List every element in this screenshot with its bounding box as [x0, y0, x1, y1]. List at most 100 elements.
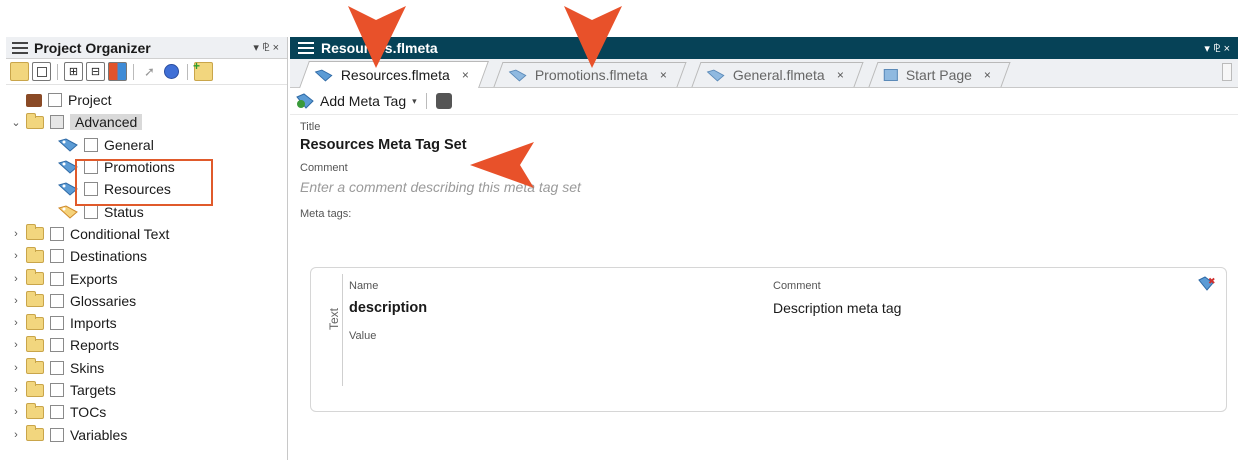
title-field[interactable]: Resources Meta Tag Set — [300, 137, 1228, 153]
document-titlebar: Resources.flmeta ▾ ⅊ × — [290, 37, 1238, 59]
tree-item-label: Exports — [70, 270, 118, 287]
menu-icon[interactable] — [12, 41, 28, 54]
tree-item-label: Variables — [70, 426, 128, 443]
folder-icon — [26, 224, 44, 241]
list-view-icon[interactable] — [32, 62, 51, 81]
project-organizer-toolbar: ⊞ ⊟ ➚ + — [6, 59, 287, 85]
checkbox[interactable] — [50, 293, 64, 308]
tree-item-targets[interactable]: › Targets — [6, 379, 287, 401]
checkbox[interactable] — [50, 226, 64, 241]
tiles-icon[interactable] — [108, 62, 127, 81]
svg-text:✖: ✖ — [1208, 277, 1216, 287]
document-window-controls[interactable]: ▾ ⅊ × — [1204, 41, 1230, 56]
chevron-right-icon[interactable]: › — [6, 295, 26, 307]
toolbar-separator — [425, 93, 427, 109]
chevron-right-icon[interactable]: › — [6, 362, 26, 374]
meta-tag-card: Text Name description Value Comment Desc… — [310, 267, 1227, 412]
callout-arrow-down-icon — [348, 6, 406, 68]
checkbox[interactable] — [50, 249, 64, 264]
tree-item-label: General — [104, 136, 154, 153]
expand-all-icon[interactable]: ⊞ — [64, 62, 83, 81]
name-field[interactable]: description — [349, 300, 427, 316]
tree-item-label: Skins — [70, 359, 105, 376]
meta-tag-icon — [706, 69, 725, 82]
chevron-right-icon[interactable]: › — [6, 406, 26, 418]
tree-item-conditional-text[interactable]: › Conditional Text — [6, 223, 287, 245]
chevron-down-icon[interactable]: ⌄ — [6, 116, 26, 129]
tree-item-label: Imports — [70, 315, 117, 332]
checkbox[interactable] — [50, 427, 64, 442]
checkbox[interactable] — [50, 405, 64, 420]
preview-icon[interactable] — [435, 93, 452, 109]
checkbox[interactable] — [84, 137, 98, 152]
document-panel: Resources.flmeta ▾ ⅊ × Resources.flmeta … — [290, 37, 1238, 460]
tree-item-glossaries[interactable]: › Glossaries — [6, 290, 287, 312]
chevron-right-icon[interactable]: › — [6, 250, 26, 262]
tab-start-page[interactable]: Start Page × — [868, 62, 1011, 87]
tab-label: Resources.flmeta — [340, 67, 450, 83]
close-icon[interactable]: × — [462, 68, 469, 82]
chevron-right-icon[interactable]: › — [6, 317, 26, 329]
checkbox[interactable] — [50, 271, 64, 286]
meta-tags-label: Meta tags: — [300, 208, 352, 220]
tree-item-reports[interactable]: › Reports — [6, 334, 287, 356]
chevron-down-icon[interactable]: ▾ — [412, 96, 417, 107]
checkbox[interactable] — [50, 316, 64, 331]
tree-item-destinations[interactable]: › Destinations — [6, 245, 287, 267]
chevron-right-icon[interactable]: › — [6, 339, 26, 351]
comment-field[interactable]: Enter a comment describing this meta tag… — [300, 179, 1228, 195]
tree-item-skins[interactable]: › Skins — [6, 357, 287, 379]
folder-icon — [26, 380, 44, 397]
folder-icon — [26, 313, 44, 330]
bind-icon[interactable]: ➚ — [140, 62, 159, 81]
tree-item-tocs[interactable]: › TOCs — [6, 401, 287, 423]
start-page-icon — [883, 69, 898, 81]
tab-overflow-icon[interactable] — [1222, 63, 1232, 81]
toolbar-separator — [187, 63, 188, 80]
checkbox[interactable] — [50, 338, 64, 353]
checkbox[interactable] — [50, 383, 64, 397]
panel-title: Project Organizer — [34, 39, 151, 56]
sync-icon[interactable] — [162, 62, 181, 81]
tree-item-general[interactable]: General — [6, 134, 287, 156]
menu-icon[interactable] — [298, 42, 314, 54]
close-icon[interactable]: × — [660, 68, 667, 82]
panel-window-controls[interactable]: ▾ ⅊ × — [253, 40, 279, 55]
folder-view-icon[interactable] — [10, 62, 29, 81]
chevron-right-icon[interactable]: › — [6, 384, 26, 396]
close-icon[interactable]: × — [836, 68, 843, 82]
meta-tag-comment-field[interactable]: Description meta tag — [773, 300, 901, 316]
chevron-right-icon[interactable]: › — [6, 228, 26, 240]
tree-item-variables[interactable]: › Variables — [6, 423, 287, 445]
add-meta-tag-button[interactable]: Add Meta Tag — [320, 93, 406, 109]
tab-label: General.flmeta — [732, 67, 825, 83]
tab-label: Promotions.flmeta — [534, 67, 648, 83]
tree-item-imports[interactable]: › Imports — [6, 312, 287, 334]
meta-tag-icon — [508, 69, 527, 82]
checkbox[interactable] — [50, 115, 64, 130]
chevron-right-icon[interactable]: › — [6, 273, 26, 285]
name-label: Name — [349, 280, 379, 292]
meta-tag-type-strip: Text — [327, 274, 343, 386]
checkbox[interactable] — [50, 360, 64, 375]
add-meta-tag-icon — [296, 93, 314, 109]
tree-item-exports[interactable]: › Exports — [6, 267, 287, 289]
tab-label: Start Page — [905, 67, 972, 83]
collapse-all-icon[interactable]: ⊟ — [86, 62, 105, 81]
tab-general[interactable]: General.flmeta × — [691, 62, 864, 87]
folder-icon — [26, 425, 44, 442]
new-item-icon[interactable]: + — [193, 59, 213, 81]
delete-tag-icon[interactable]: ✖ — [1198, 276, 1216, 295]
folder-open-icon — [26, 112, 44, 129]
project-organizer-panel: Project Organizer ▾ ⅊ × ⊞ ⊟ ➚ + Project … — [6, 37, 288, 460]
folder-icon — [26, 246, 44, 263]
checkbox[interactable] — [84, 204, 98, 219]
tree-item-label: Targets — [70, 382, 116, 398]
comment-label: Comment — [300, 162, 348, 174]
close-icon[interactable]: × — [984, 68, 991, 82]
checkbox[interactable] — [48, 93, 62, 108]
chevron-right-icon[interactable]: › — [6, 429, 26, 441]
tree-item-advanced[interactable]: ⌄ Advanced — [6, 111, 287, 133]
callout-highlight-box — [75, 159, 213, 206]
tree-item-project[interactable]: Project — [6, 89, 287, 111]
